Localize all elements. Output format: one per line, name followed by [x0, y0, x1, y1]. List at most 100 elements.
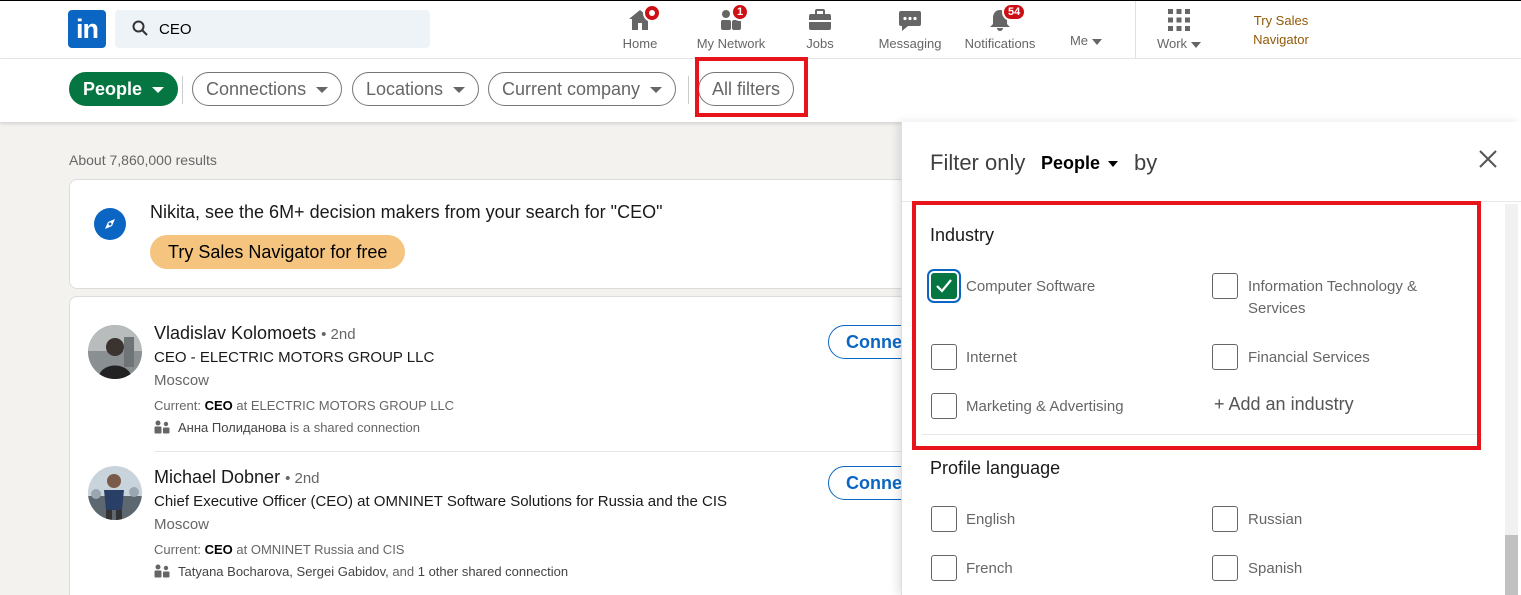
- all-filters-button[interactable]: All filters: [698, 72, 795, 106]
- try-sales-line2: Navigator: [1253, 32, 1309, 47]
- my-network-badge: 1: [731, 3, 750, 21]
- current-keyword: CEO: [204, 542, 233, 557]
- financial-services-label: Financial Services: [1248, 349, 1370, 366]
- internet-checkbox[interactable]: [931, 344, 957, 370]
- person-name[interactable]: Vladislav Kolomoets • 2nd: [154, 323, 356, 344]
- current-prefix: Current:: [154, 398, 201, 413]
- profile-language-section-title: Profile language: [930, 458, 1061, 478]
- nav-notifications[interactable]: 54 Notifications: [958, 3, 1042, 53]
- filter-panel-header: Filter only People by: [902, 122, 1521, 202]
- nav-messaging-label: Messaging: [878, 36, 942, 51]
- marketing-advertising-checkbox[interactable]: [931, 393, 957, 419]
- chevron-down-icon: [1092, 38, 1103, 45]
- current-rest: at ELECTRIC MOTORS GROUP LLC: [236, 398, 455, 413]
- shared-connections[interactable]: Анна Полиданова is a shared connection: [154, 420, 420, 435]
- shared-connection-text: is a shared connection: [289, 420, 420, 435]
- person-location: Moscow: [154, 516, 210, 533]
- person-name-text: Michael Dobner: [154, 467, 281, 487]
- internet-label: Internet: [966, 349, 1017, 366]
- locations-filter-label: Locations: [366, 79, 444, 99]
- current-rest: at OMNINET Russia and CIS: [236, 542, 405, 557]
- nav-home[interactable]: Home: [615, 4, 665, 53]
- current-prefix: Current:: [154, 542, 201, 557]
- nav-my-network-label: My Network: [696, 36, 766, 51]
- list-item: Michael Dobner • 2nd Chief Executive Off…: [70, 452, 918, 595]
- nav-jobs[interactable]: Jobs: [797, 7, 843, 53]
- results-count: About 7,860,000 results: [69, 152, 217, 168]
- avatar[interactable]: [88, 466, 142, 520]
- chevron-down-icon: [316, 87, 329, 94]
- people-filter-label: People: [83, 79, 143, 99]
- promo-text: Nikita, see the 6M+ decision makers from…: [150, 202, 663, 222]
- grid-icon: [1168, 9, 1190, 31]
- shared-connection-name: Анна Полиданова: [178, 420, 287, 435]
- information-technology-label-line2: Services: [1248, 300, 1306, 317]
- english-checkbox[interactable]: [931, 506, 957, 532]
- shared-connection-name: 1 other shared connection: [417, 564, 569, 579]
- all-filters-label: All filters: [712, 79, 781, 99]
- try-sales-navigator-link[interactable]: Try Sales Navigator: [1240, 11, 1322, 49]
- english-label: English: [966, 511, 1016, 528]
- shared-connections[interactable]: Tatyana Bocharova, Sergei Gabidov, and 1…: [154, 564, 568, 579]
- filter-only-label: Filter only: [930, 150, 1026, 175]
- current-company-filter-button[interactable]: Current company: [488, 72, 677, 106]
- computer-software-checkbox[interactable]: [931, 273, 957, 299]
- messaging-icon: [899, 11, 921, 31]
- russian-checkbox[interactable]: [1212, 506, 1238, 532]
- panel-scrollbar-thumb[interactable]: [1505, 535, 1518, 595]
- person-name-text: Vladislav Kolomoets: [154, 323, 317, 343]
- try-sales-navigator-button[interactable]: Try Sales Navigator for free: [150, 235, 406, 269]
- russian-label: Russian: [1248, 511, 1303, 528]
- filter-divider: [688, 76, 689, 104]
- person-current-position: Current: CEO at OMNINET Russia and CIS: [154, 542, 404, 557]
- person-location: Moscow: [154, 372, 210, 389]
- try-sales-line1: Try Sales: [1253, 13, 1309, 28]
- linkedin-logo[interactable]: in: [68, 10, 106, 48]
- current-keyword: CEO: [204, 398, 233, 413]
- section-divider: [922, 434, 1482, 435]
- financial-services-checkbox[interactable]: [1212, 344, 1238, 370]
- locations-filter-button[interactable]: Locations: [352, 72, 480, 106]
- nav-notifications-label: Notifications: [964, 36, 1036, 51]
- connections-filter-button[interactable]: Connections: [192, 72, 343, 106]
- current-company-filter-label: Current company: [502, 79, 641, 99]
- home-notification-dot: [643, 4, 661, 22]
- computer-software-label: Computer Software: [966, 278, 1096, 295]
- nav-jobs-label: Jobs: [806, 36, 834, 51]
- nav-messaging[interactable]: Messaging: [873, 7, 947, 53]
- person-name[interactable]: Michael Dobner • 2nd: [154, 467, 320, 488]
- chevron-down-icon: [1108, 161, 1119, 168]
- people-filter-button[interactable]: People: [69, 72, 179, 106]
- search-box[interactable]: [115, 10, 430, 48]
- connection-degree: • 2nd: [321, 326, 356, 343]
- person-headline: CEO - ELECTRIC MOTORS GROUP LLC: [154, 349, 435, 366]
- avatar[interactable]: [88, 325, 142, 379]
- add-industry-button[interactable]: + Add an industry: [1214, 394, 1354, 415]
- industry-section-title: Industry: [930, 225, 995, 245]
- result-type-select[interactable]: People: [1041, 153, 1119, 174]
- connections-filter-label: Connections: [206, 79, 307, 99]
- chevron-down-icon: [453, 87, 466, 94]
- information-technology-label: Information Technology & Services: [1248, 276, 1468, 320]
- nav-me-label: Me: [1069, 33, 1089, 48]
- nav-work-label: Work: [1150, 36, 1208, 51]
- search-input[interactable]: [159, 19, 419, 39]
- result-type-value: People: [1041, 153, 1101, 173]
- nav-work[interactable]: Work: [1150, 7, 1208, 53]
- nav-my-network[interactable]: 1 My Network: [690, 3, 772, 53]
- filter-divider: [182, 76, 183, 104]
- french-checkbox[interactable]: [931, 555, 957, 581]
- chevron-down-icon: [650, 87, 663, 94]
- shared-connections-icon: [154, 564, 170, 578]
- checkmark-icon: [936, 279, 952, 293]
- all-filters-panel: Filter only People by Industry Computer …: [901, 122, 1521, 595]
- nav-divider: [1135, 1, 1136, 60]
- connection-degree: • 2nd: [285, 470, 320, 487]
- information-technology-checkbox[interactable]: [1212, 273, 1238, 299]
- spanish-checkbox[interactable]: [1212, 555, 1238, 581]
- shared-connection-text: and: [392, 564, 415, 579]
- french-label: French: [966, 560, 1013, 577]
- spanish-label: Spanish: [1248, 560, 1303, 577]
- compass-icon: [94, 208, 126, 240]
- close-icon[interactable]: [1478, 149, 1498, 169]
